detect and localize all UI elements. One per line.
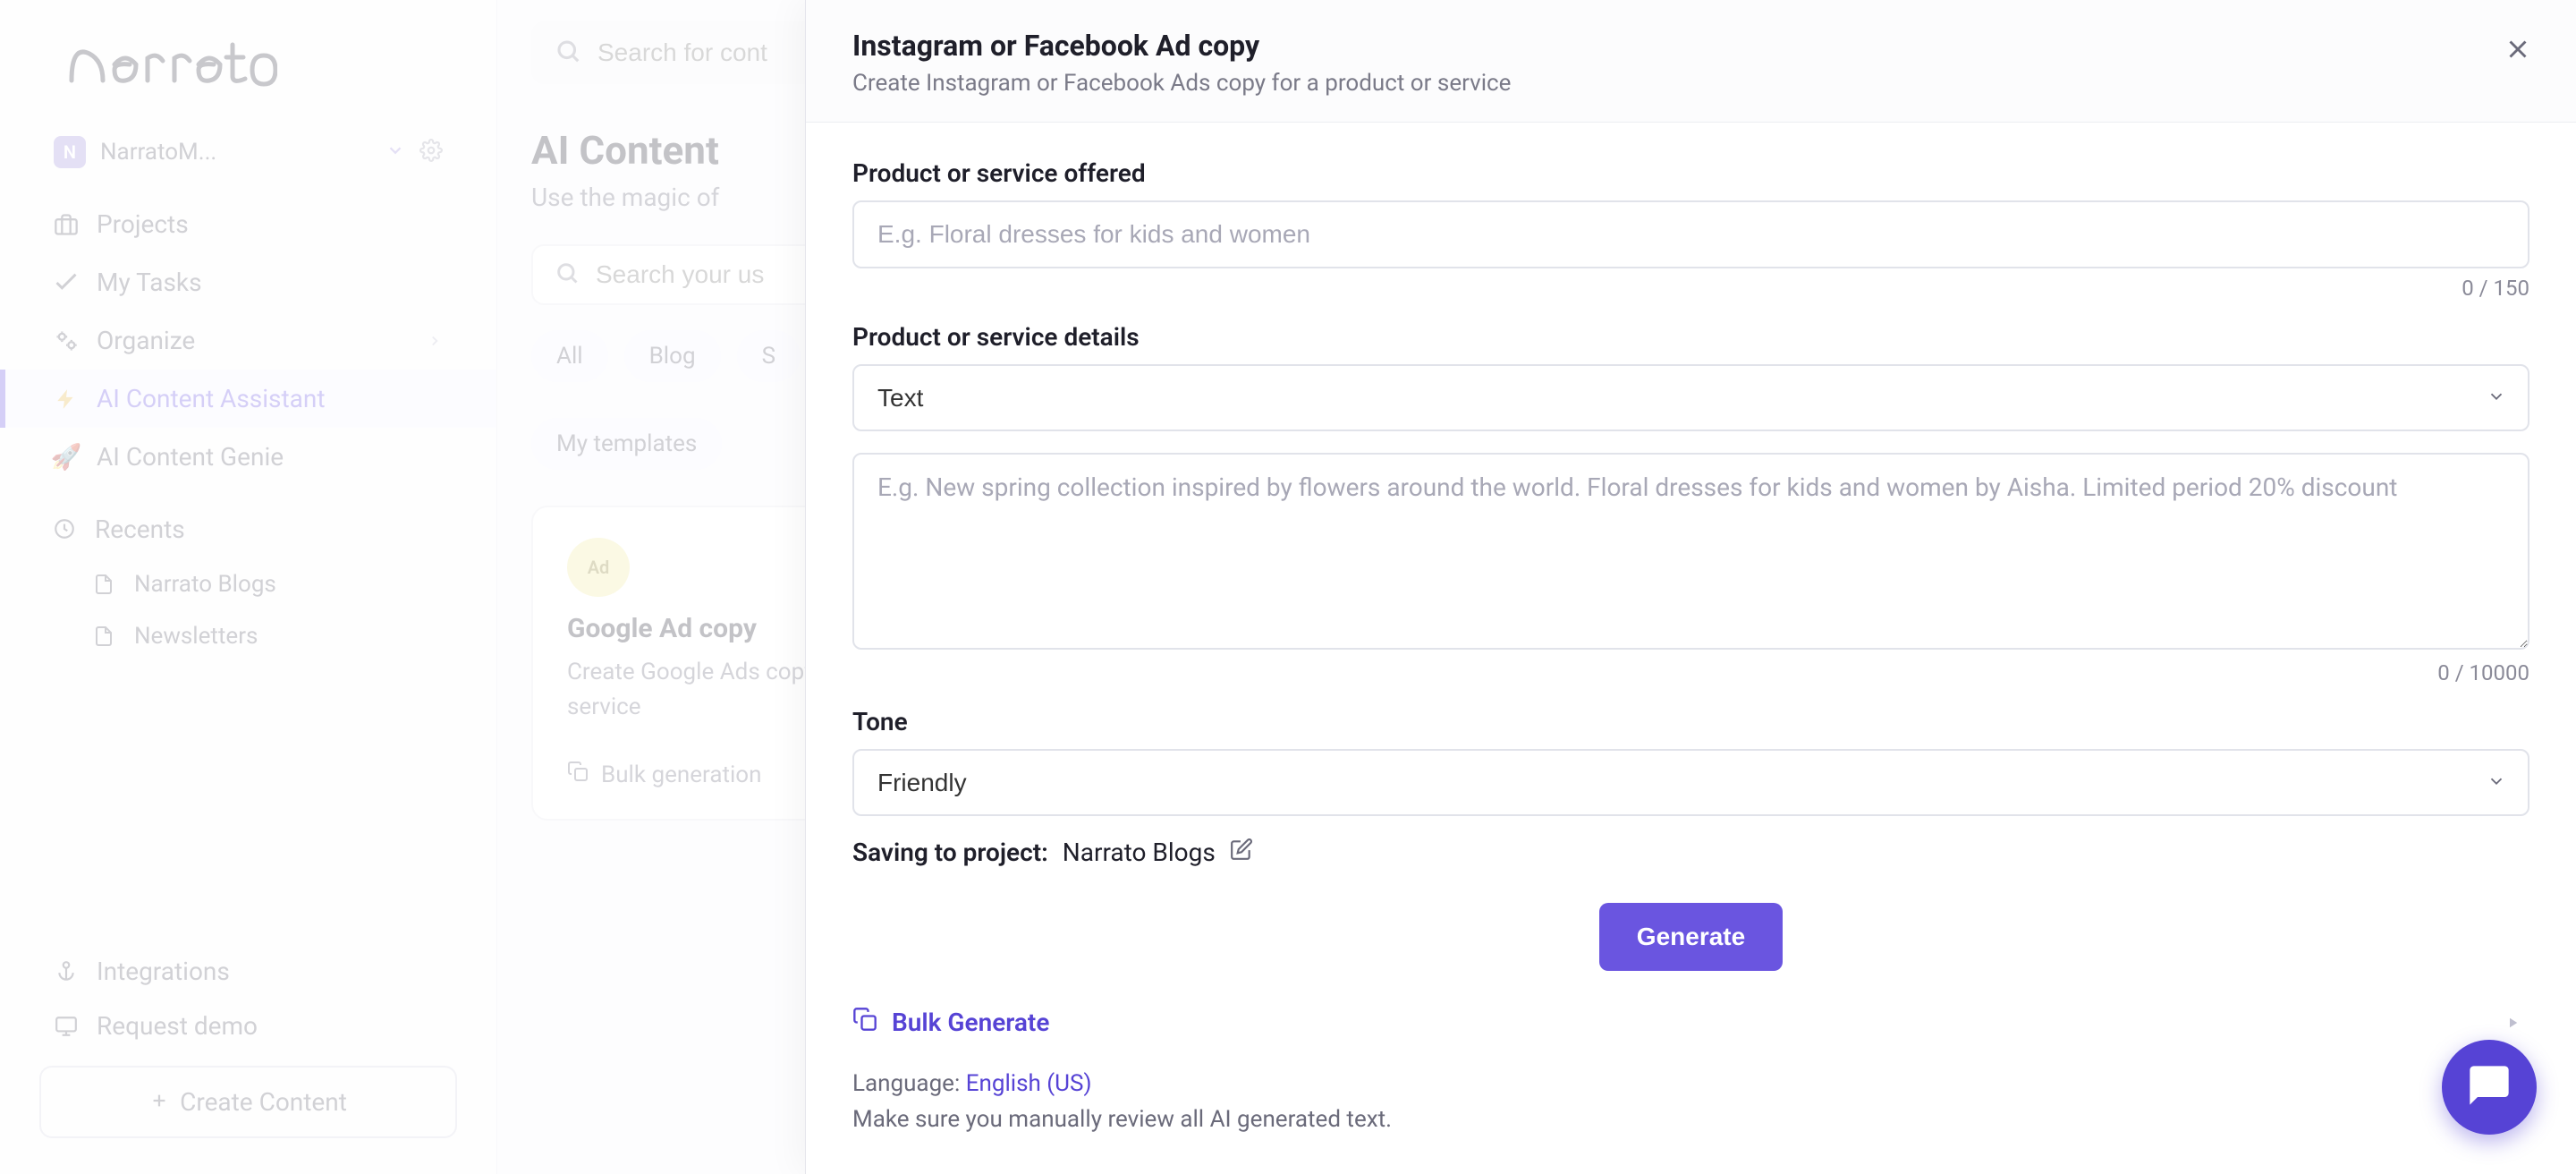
product-char-count: 0 / 150 bbox=[852, 276, 2529, 301]
modal-overlay: Instagram or Facebook Ad copy Create Ins… bbox=[0, 0, 2576, 1174]
generate-button[interactable]: Generate bbox=[1599, 903, 1783, 971]
product-input[interactable] bbox=[852, 200, 2529, 268]
language-row: Language: English (US) bbox=[852, 1070, 2529, 1097]
saving-label: Saving to project: bbox=[852, 838, 1048, 867]
copy-icon bbox=[852, 1007, 877, 1038]
details-label: Product or service details bbox=[852, 322, 2529, 352]
review-note: Make sure you manually review all AI gen… bbox=[852, 1106, 2529, 1133]
saving-project: Narrato Blogs bbox=[1063, 838, 1216, 867]
edit-icon[interactable] bbox=[1230, 838, 1253, 867]
details-type-select[interactable]: Text bbox=[852, 364, 2529, 431]
product-label: Product or service offered bbox=[852, 158, 2529, 188]
play-icon bbox=[2504, 1008, 2521, 1037]
details-char-count: 0 / 10000 bbox=[852, 660, 2529, 685]
modal-title: Instagram or Facebook Ad copy bbox=[852, 29, 2529, 63]
modal-panel: Instagram or Facebook Ad copy Create Ins… bbox=[805, 0, 2576, 1174]
chat-icon bbox=[2466, 1062, 2512, 1112]
chat-fab[interactable] bbox=[2442, 1040, 2537, 1135]
tone-select[interactable]: Friendly bbox=[852, 749, 2529, 816]
tone-label: Tone bbox=[852, 707, 2529, 736]
close-icon[interactable] bbox=[2503, 34, 2533, 68]
bulk-generate-link[interactable]: Bulk Generate bbox=[852, 1007, 2529, 1038]
language-link[interactable]: English (US) bbox=[966, 1070, 1092, 1097]
details-textarea[interactable] bbox=[852, 453, 2529, 650]
modal-subtitle: Create Instagram or Facebook Ads copy fo… bbox=[852, 70, 2529, 97]
